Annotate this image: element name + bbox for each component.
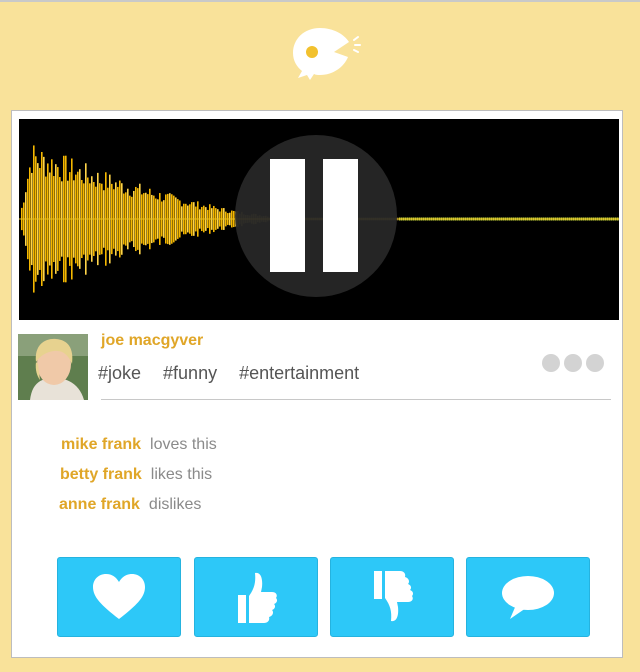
thumbs-up-icon	[238, 572, 278, 623]
divider	[101, 399, 611, 400]
reaction-user[interactable]: mike frank	[61, 436, 141, 454]
chick-logo-icon	[288, 24, 364, 82]
post-card: joe macgyver #joke #funny #entertainment…	[11, 110, 623, 658]
tag[interactable]: #funny	[163, 363, 217, 384]
tag[interactable]: #entertainment	[239, 363, 359, 384]
dislike-button[interactable]	[330, 557, 454, 637]
comment-icon	[502, 576, 554, 619]
avatar[interactable]	[18, 334, 88, 400]
tag[interactable]: #joke	[98, 363, 141, 384]
more-dots-icon	[542, 354, 560, 372]
like-button[interactable]	[194, 557, 318, 637]
list-item: betty frank likes this	[59, 466, 217, 496]
action-bar	[57, 557, 592, 637]
reaction-verb: dislikes	[148, 496, 202, 513]
reaction-verb: loves this	[150, 436, 217, 453]
reaction-user[interactable]: anne frank	[59, 496, 140, 514]
pause-button[interactable]	[235, 135, 397, 297]
thumbs-down-icon	[374, 571, 414, 622]
more-dots-icon	[564, 354, 582, 372]
love-button[interactable]	[57, 557, 181, 637]
reaction-user[interactable]: betty frank	[60, 466, 142, 484]
list-item: mike frank loves this	[59, 436, 217, 466]
comment-button[interactable]	[466, 557, 590, 637]
reaction-list: mike frank loves this betty frank likes …	[59, 436, 217, 526]
tag-list: #joke #funny #entertainment	[98, 363, 381, 384]
author-name[interactable]: joe macgyver	[101, 332, 203, 350]
more-options-button[interactable]	[542, 354, 604, 372]
more-dots-icon	[586, 354, 604, 372]
audio-player[interactable]	[19, 119, 619, 320]
reaction-verb: likes this	[150, 466, 213, 483]
heart-icon	[93, 574, 145, 619]
list-item: anne frank dislikes	[59, 496, 217, 526]
